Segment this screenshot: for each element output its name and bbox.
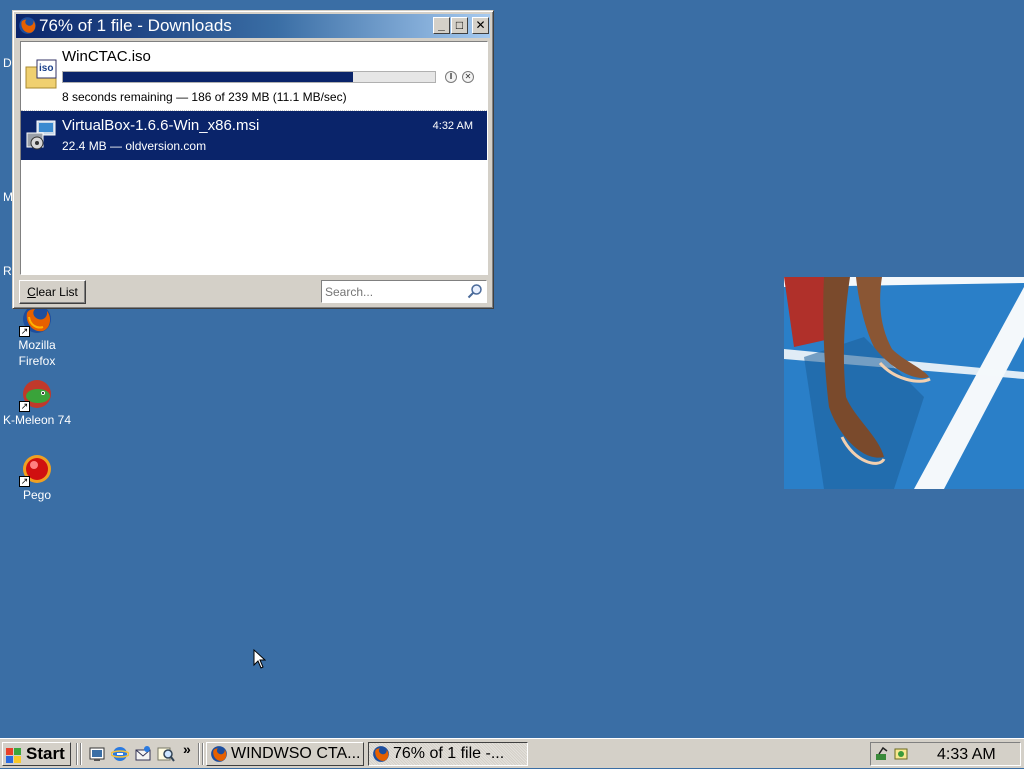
search-icon[interactable] xyxy=(467,283,483,299)
desktop-icon-pego[interactable]: ↗ Pego xyxy=(0,453,74,503)
download-details: 22.4 MB — oldversion.com xyxy=(62,139,207,153)
windows-logo-icon xyxy=(6,747,22,763)
firefox-icon xyxy=(18,16,37,35)
iso-file-icon: iso xyxy=(25,58,57,90)
desktop-icon-label: Pego xyxy=(22,488,52,502)
search-icon[interactable] xyxy=(157,745,175,763)
downloads-window[interactable]: 76% of 1 file - Downloads _ □ ✕ iso WinC… xyxy=(12,10,494,309)
taskbar-clock[interactable]: 4:33 AM xyxy=(937,746,996,764)
search-input[interactable] xyxy=(325,283,463,300)
show-desktop-icon[interactable] xyxy=(88,745,106,763)
iso-label: iso xyxy=(39,63,54,74)
taskbar-separator xyxy=(80,743,82,765)
clear-list-label: Clear List xyxy=(27,285,78,299)
taskbar-button-label: WINDWSO CTA... xyxy=(231,745,361,762)
download-time: 4:32 AM xyxy=(432,120,473,132)
taskbar-separator xyxy=(76,743,78,765)
desktop-icon-label: Mozilla xyxy=(18,338,56,352)
safely-remove-hardware-icon[interactable] xyxy=(875,746,891,762)
download-filename: VirtualBox-1.6.6-Win_x86.msi xyxy=(62,117,260,134)
desktop-icon-label: Firefox xyxy=(18,354,56,368)
taskbar: Start » WINDWSO CTA... 76% of 1 file -..… xyxy=(0,738,1024,768)
download-progress-bar xyxy=(62,71,436,83)
downloads-list[interactable]: iso WinCTAC.iso ‖ ✕ 8 seconds remaining … xyxy=(20,41,488,275)
desktop-icon-kmeleon[interactable]: ↗ K-Meleon 74 xyxy=(0,378,74,428)
maximize-button[interactable]: □ xyxy=(451,17,468,34)
taskbar-separator xyxy=(198,743,200,765)
pause-button[interactable]: ‖ xyxy=(445,71,457,83)
taskbar-button-label: 76% of 1 file -... xyxy=(393,745,505,762)
desktop-edge-label-1: D xyxy=(3,56,12,70)
start-button[interactable]: Start xyxy=(2,742,71,766)
system-tray: 4:33 AM xyxy=(870,742,1021,766)
download-status: 8 seconds remaining — 186 of 239 MB (11.… xyxy=(62,90,347,104)
kmeleon-icon: ↗ xyxy=(19,378,53,412)
outlook-express-icon[interactable] xyxy=(134,745,152,763)
mouse-pointer-icon xyxy=(253,648,267,670)
shortcut-arrow-icon: ↗ xyxy=(19,326,30,337)
close-button[interactable]: ✕ xyxy=(472,17,489,34)
firefox-icon xyxy=(210,745,228,763)
firefox-icon xyxy=(372,745,390,763)
cancel-button[interactable]: ✕ xyxy=(462,71,474,83)
installer-icon xyxy=(25,119,57,151)
quicklaunch-overflow-button[interactable]: » xyxy=(183,741,191,757)
window-title: 76% of 1 file - Downloads xyxy=(39,16,232,35)
desktop-edge-label-3: R xyxy=(3,264,12,278)
clear-list-button[interactable]: Clear List xyxy=(19,280,86,304)
shortcut-arrow-icon: ↗ xyxy=(19,401,30,412)
title-bar[interactable]: 76% of 1 file - Downloads _ □ ✕ xyxy=(16,14,490,38)
download-filename: WinCTAC.iso xyxy=(62,48,151,65)
minimize-button[interactable]: _ xyxy=(433,17,450,34)
desktop-icon-firefox[interactable]: ↗ Mozilla Firefox xyxy=(0,303,74,369)
search-field[interactable] xyxy=(321,280,487,303)
start-label: Start xyxy=(26,744,65,763)
network-status-icon[interactable] xyxy=(893,746,909,762)
shortcut-arrow-icon: ↗ xyxy=(19,476,30,487)
desktop-icon-label: K-Meleon 74 xyxy=(2,413,72,427)
download-progress-fill xyxy=(63,72,354,82)
taskbar-separator xyxy=(202,743,204,765)
taskbar-button-downloads[interactable]: 76% of 1 file -... xyxy=(368,742,528,766)
pego-icon: ↗ xyxy=(19,453,53,487)
wallpaper-photo xyxy=(784,277,1024,489)
download-item-wincac[interactable]: iso WinCTAC.iso ‖ ✕ 8 seconds remaining … xyxy=(21,42,487,111)
download-item-virtualbox[interactable]: VirtualBox-1.6.6-Win_x86.msi 22.4 MB — o… xyxy=(21,111,487,160)
internet-explorer-icon[interactable] xyxy=(110,745,130,763)
taskbar-button-windwso[interactable]: WINDWSO CTA... xyxy=(206,742,364,766)
